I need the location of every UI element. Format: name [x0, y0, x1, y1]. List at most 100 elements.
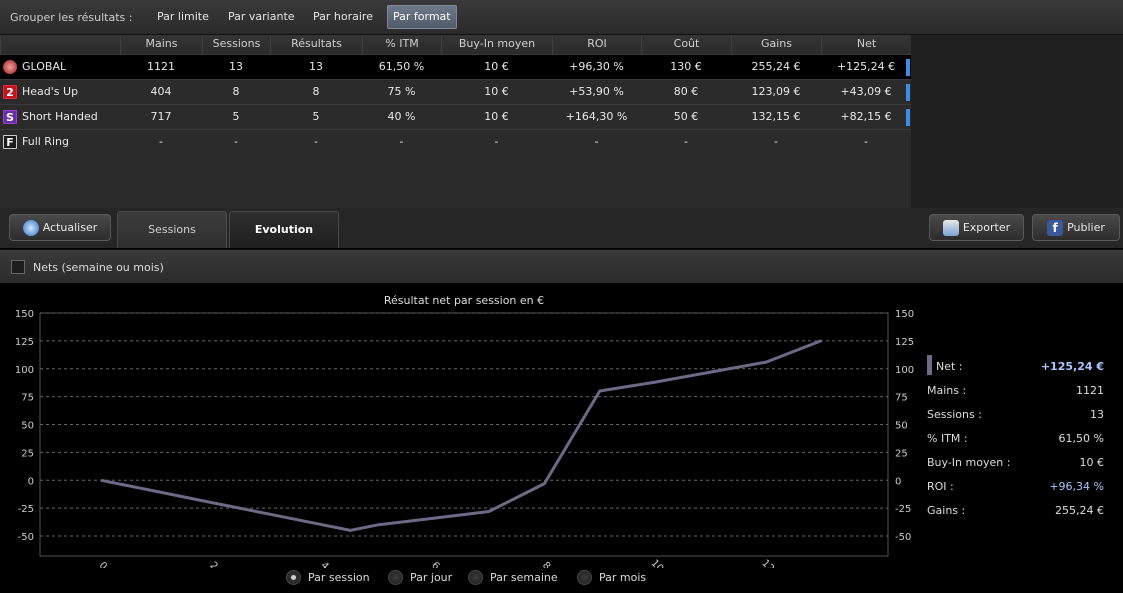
- results-table: Mains Sessions Résultats% ITM Buy-In moyen R…: [0, 35, 911, 208]
- chart-title: Résultat net par session en €: [384, 294, 544, 307]
- stat-value: +96,34 %: [1049, 480, 1104, 493]
- y-tick-label-left: -25: [18, 504, 34, 515]
- table-cell: -: [314, 135, 318, 148]
- table-cell: +82,15 €: [840, 110, 892, 123]
- net-result-chart: Résultat net par session en € 150 150 125 12…: [15, 294, 914, 568]
- table-cell: -: [774, 135, 778, 148]
- table-cell: -: [594, 135, 599, 148]
- chart-options-row: Nets (semaine ou mois): [0, 249, 1123, 283]
- stat-value: 13: [1090, 408, 1104, 421]
- table-cell: 123,09 €: [751, 85, 801, 98]
- y-tick-label-left: 25: [21, 448, 34, 459]
- net-indicator-bar: [906, 59, 910, 76]
- stat-value: +125,24 €: [1040, 360, 1104, 373]
- plot-frame: [39, 312, 889, 557]
- column-header[interactable]: Buy-In moyen: [441, 35, 552, 54]
- publish-button[interactable]: f Publier: [1032, 214, 1120, 241]
- y-tick-label-left: 100: [15, 365, 34, 376]
- radio-dot[interactable]: [577, 570, 592, 585]
- stat-label: Net :: [936, 360, 963, 373]
- tab-sessions[interactable]: Sessions: [117, 211, 227, 248]
- export-label: Exporter: [962, 221, 1011, 234]
- tab-evolution[interactable]: Evolution: [229, 211, 339, 248]
- nets-checkbox-label: Nets (semaine ou mois): [33, 261, 164, 274]
- export-icon: [942, 220, 959, 236]
- radio-label: Par mois: [599, 571, 647, 584]
- x-tick-label: 4: [318, 560, 330, 568]
- table-cell: -: [159, 135, 163, 148]
- y-tick-label-right: 25: [895, 448, 908, 459]
- table-cell: 8: [232, 85, 240, 98]
- stat-label: Gains :: [927, 504, 966, 517]
- group-by-variant-button[interactable]: Par variante: [223, 5, 300, 29]
- table-cell: -: [399, 135, 404, 148]
- table-cell: 10 €: [484, 110, 509, 123]
- column-header[interactable]: Résultats: [270, 35, 362, 54]
- table-cell: +125,24 €: [836, 60, 896, 73]
- column-header[interactable]: Coût: [641, 35, 731, 54]
- y-tick-label-left: 75: [21, 393, 34, 404]
- y-tick-label-left: 125: [15, 337, 34, 348]
- y-tick-label-right: 50: [895, 421, 908, 432]
- radio-label: Par session: [308, 571, 370, 584]
- stat-row: Buy-In moyen : 10 €: [927, 456, 1112, 474]
- stat-value: 1121: [1076, 384, 1104, 397]
- net-indicator-bar: [906, 109, 910, 126]
- table-cell: 10 €: [484, 60, 509, 73]
- table-cell: -: [234, 135, 238, 148]
- stat-row: Sessions : 13: [927, 408, 1112, 426]
- view-tab-bar: Actualiser Sessions Evolution Exporter f…: [0, 208, 1123, 248]
- table-cell: 130 €: [670, 60, 702, 73]
- table-cell: 10 €: [484, 85, 509, 98]
- radio-dot[interactable]: [286, 570, 301, 585]
- column-header[interactable]: ROI: [552, 35, 641, 54]
- export-button[interactable]: Exporter: [929, 214, 1024, 241]
- nets-checkbox[interactable]: [11, 260, 25, 274]
- table-row[interactable]: S Short Handed 717 5 5 40 % 10 € +164,30 % 50 €1…: [0, 104, 911, 129]
- y-tick-label-right: 100: [895, 365, 914, 376]
- table-row[interactable]: 2 Head's Up 404 8 8 75 % 10 € +53,90 % 80 €123,0…: [0, 79, 911, 104]
- stat-row: Gains : 255,24 €: [927, 504, 1112, 522]
- group-by-limit-button[interactable]: Par limite: [152, 5, 214, 29]
- radio-dot[interactable]: [388, 570, 403, 585]
- radio-label: Par jour: [410, 571, 453, 584]
- refresh-button[interactable]: Actualiser: [9, 214, 111, 241]
- column-header[interactable]: Net: [821, 35, 911, 54]
- table-cell: +164,30 %: [565, 110, 628, 123]
- table-row[interactable]: F Full Ring - - - - - - - - -: [0, 129, 911, 154]
- table-cell: -: [494, 135, 499, 148]
- row-name: Short Handed: [22, 110, 98, 123]
- stat-row: % ITM : 61,50 %: [927, 432, 1112, 450]
- table-cell: 404: [150, 85, 172, 98]
- row-name: Full Ring: [22, 135, 69, 148]
- x-tick-label: 0: [97, 560, 109, 568]
- radio-dot[interactable]: [468, 570, 483, 585]
- table-cell: -: [684, 135, 688, 148]
- table-cell: 50 €: [673, 110, 699, 123]
- x-tick-label: 2: [207, 560, 219, 568]
- refresh-icon: [22, 220, 39, 236]
- column-header[interactable]: Sessions: [202, 35, 270, 54]
- group-by-format-button[interactable]: Par format: [387, 5, 457, 29]
- table-cell: +53,90 %: [569, 85, 624, 98]
- publish-label: Publier: [1067, 221, 1105, 234]
- group-by-schedule-button[interactable]: Par horaire: [308, 5, 378, 29]
- column-header[interactable]: Mains: [120, 35, 202, 54]
- stat-value: 61,50 %: [1058, 432, 1104, 445]
- table-cell: -: [864, 135, 868, 148]
- results-table-area: Mains Sessions Résultats% ITM Buy-In moyen R…: [0, 35, 1123, 208]
- x-tick-label: 10: [649, 558, 666, 568]
- stat-value: 10 €: [1079, 456, 1105, 469]
- stat-row: ROI : +96,34 %: [927, 480, 1112, 498]
- refresh-label: Actualiser: [42, 221, 98, 234]
- stat-label: Mains :: [927, 384, 967, 397]
- table-cell: +96,30 %: [569, 60, 624, 73]
- y-tick-label-left: -50: [18, 532, 34, 543]
- y-tick-label-right: -25: [895, 504, 911, 515]
- column-header[interactable]: % ITM: [362, 35, 441, 54]
- table-empty-panel: [911, 35, 1123, 208]
- row-name: GLOBAL: [22, 60, 67, 73]
- column-header[interactable]: Gains: [731, 35, 821, 54]
- table-row[interactable]: GLOBAL 1121 13 13 61,50 % 10 € +96,30 % 130 € 25…: [0, 54, 911, 79]
- table-cell: 5: [232, 110, 240, 123]
